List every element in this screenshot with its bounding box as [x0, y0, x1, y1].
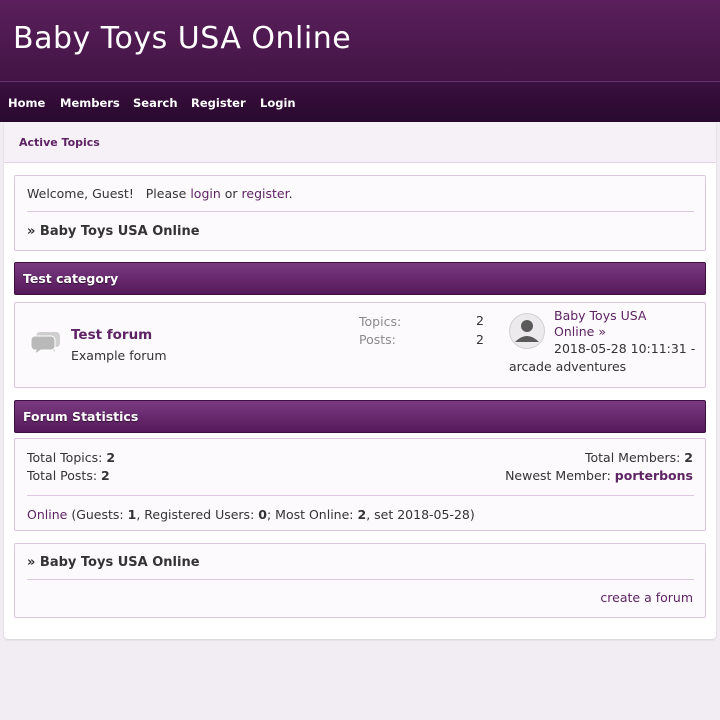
welcome-panel: Welcome, Guest! Please login or register…	[14, 175, 706, 251]
active-topics-link[interactable]: Active Topics	[19, 136, 100, 149]
main-content: Active Topics Welcome, Guest! Please log…	[4, 122, 716, 639]
statistics-header: Forum Statistics	[14, 400, 706, 433]
registered-label: , Registered Users:	[136, 507, 255, 522]
footer-breadcrumb[interactable]: » Baby Toys USA Online	[27, 555, 200, 570]
total-posts: Total Posts: 2	[27, 468, 110, 483]
total-members-label: Total Members:	[585, 450, 681, 465]
newest-member-label: Newest Member:	[505, 468, 611, 483]
online-summary: Online (Guests: 1, Registered Users: 0; …	[27, 507, 475, 522]
total-posts-value: 2	[101, 468, 110, 483]
most-online-date: , set 2018-05-28)	[366, 507, 475, 522]
online-link[interactable]: Online	[27, 507, 67, 522]
forum-name[interactable]: Test forum	[71, 327, 152, 343]
divider	[27, 211, 694, 212]
divider	[27, 579, 694, 580]
last-post-arrow[interactable]: »	[598, 324, 606, 339]
total-posts-label: Total Posts:	[27, 468, 98, 483]
sub-navbar: Active Topics	[4, 122, 716, 163]
topics-label: Topics:	[359, 314, 402, 329]
total-members: Total Members: 2	[585, 450, 693, 465]
site-title[interactable]: Baby Toys USA Online	[13, 21, 351, 56]
last-post-line2: Online »	[554, 324, 606, 339]
forum-description: Example forum	[71, 348, 167, 363]
welcome-period: .	[288, 186, 293, 201]
forum-row: Test forum Example forum Topics: 2 Posts…	[14, 302, 706, 388]
nav-members[interactable]: Members	[60, 96, 120, 110]
total-members-value: 2	[684, 450, 693, 465]
posts-count: 2	[476, 332, 484, 347]
nav-home[interactable]: Home	[8, 96, 45, 110]
nav-login[interactable]: Login	[260, 96, 296, 110]
most-online-value: 2	[357, 507, 367, 522]
main-nav: Home Members Search Register Login	[0, 81, 720, 122]
nav-register[interactable]: Register	[191, 96, 246, 110]
welcome-prefix: Welcome, Guest! Please	[27, 186, 187, 201]
most-online-label: ; Most Online:	[266, 507, 354, 522]
total-topics-label: Total Topics:	[27, 450, 103, 465]
avatar[interactable]	[509, 313, 545, 349]
login-link[interactable]: login	[190, 186, 220, 201]
topics-count: 2	[476, 313, 484, 328]
last-post-date: 2018-05-28 10:11:31 -	[554, 341, 696, 356]
divider	[27, 495, 694, 496]
register-link[interactable]: register	[242, 186, 289, 201]
total-topics-value: 2	[106, 450, 116, 465]
newest-member-link[interactable]: porterbons	[615, 468, 693, 483]
posts-label: Posts:	[359, 332, 396, 347]
registered-value: 0	[258, 507, 267, 522]
welcome-text: Welcome, Guest! Please login or register…	[27, 186, 293, 201]
newest-member: Newest Member: porterbons	[505, 468, 693, 483]
welcome-or: or	[224, 186, 238, 201]
total-topics: Total Topics: 2	[27, 450, 115, 465]
forum-chat-icon	[30, 332, 60, 355]
last-post-link-line2[interactable]: Online	[554, 324, 594, 339]
breadcrumb[interactable]: » Baby Toys USA Online	[27, 224, 200, 239]
statistics-panel: Total Topics: 2 Total Posts: 2 Total Mem…	[14, 438, 706, 531]
category-header: Test category	[14, 262, 706, 295]
last-post-author: arcade adventures	[509, 359, 627, 374]
footer-panel: » Baby Toys USA Online create a forum	[14, 543, 706, 618]
category-title[interactable]: Test category	[23, 271, 118, 286]
nav-search[interactable]: Search	[133, 96, 178, 110]
site-header: Baby Toys USA Online	[0, 0, 720, 81]
create-forum-link[interactable]: create a forum	[600, 590, 693, 605]
guests-label: (Guests:	[71, 507, 124, 522]
last-post-link-line1[interactable]: Baby Toys USA	[554, 308, 646, 323]
statistics-title: Forum Statistics	[23, 409, 139, 424]
